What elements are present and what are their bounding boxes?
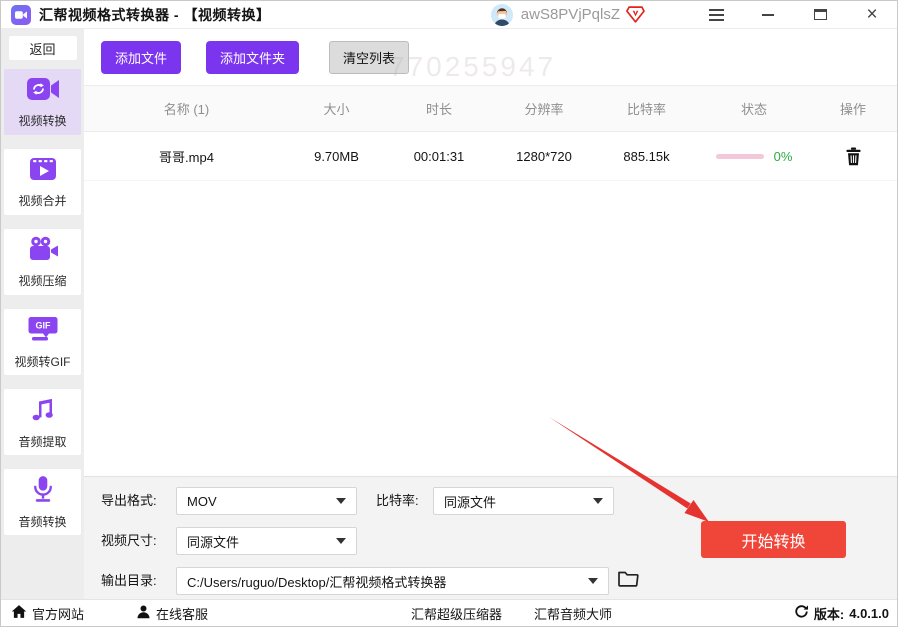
- column-header-name: 名称 (1): [84, 99, 289, 118]
- sidebar-item-label: 视频转换: [18, 112, 66, 129]
- svg-text:GIF: GIF: [35, 320, 51, 330]
- output-dir-value: C:/Users/ruguo/Desktop/汇帮视频格式转换器: [187, 572, 446, 591]
- avatar[interactable]: [491, 4, 513, 26]
- export-format-value: MOV: [187, 494, 217, 509]
- sidebar-item-video-merge[interactable]: 视频合并: [4, 149, 81, 215]
- version-info: 版本: 4.0.1.0: [794, 600, 889, 626]
- sidebar-item-label: 音频转换: [18, 513, 66, 530]
- export-format-label: 导出格式:: [101, 487, 157, 515]
- chevron-down-icon: [336, 538, 346, 544]
- hamburger-menu-icon[interactable]: [701, 6, 731, 24]
- video-size-label: 视频尺寸:: [101, 527, 157, 555]
- minimize-icon[interactable]: [753, 14, 783, 16]
- sidebar-item-video-convert[interactable]: 视频转换: [4, 69, 81, 135]
- sidebar-item-label: 视频压缩: [18, 272, 66, 289]
- online-service-link[interactable]: 在线客服: [136, 600, 208, 626]
- close-icon[interactable]: ×: [857, 1, 887, 29]
- clear-list-button[interactable]: 清空列表: [329, 41, 409, 74]
- file-bitrate: 885.15k: [594, 149, 699, 164]
- settings-panel: 导出格式: MOV 比特率: 同源文件 视频尺寸: 同源文件 开始转换 输出目录…: [84, 476, 897, 599]
- file-name: 哥哥.mp4: [84, 147, 289, 166]
- browse-folder-button[interactable]: [617, 569, 639, 588]
- bitrate-select[interactable]: 同源文件: [433, 487, 614, 515]
- sidebar-item-audio-extract[interactable]: 音频提取: [4, 389, 81, 455]
- audio-master-label: 汇帮音频大师: [534, 604, 612, 623]
- progress-bar: [716, 154, 764, 159]
- online-service-label: 在线客服: [156, 604, 208, 623]
- audio-convert-icon: [30, 475, 56, 508]
- video-merge-icon: [28, 155, 58, 187]
- customer-service-icon: [136, 604, 151, 622]
- chevron-down-icon: [593, 498, 603, 504]
- official-site-label: 官方网站: [32, 604, 84, 623]
- progress-percent: 0%: [774, 149, 793, 164]
- table-row: 哥哥.mp4 9.70MB 00:01:31 1280*720 885.15k …: [84, 132, 897, 181]
- back-button[interactable]: 返回: [9, 36, 77, 60]
- bitrate-value: 同源文件: [444, 492, 496, 511]
- column-header-resolution: 分辨率: [494, 99, 594, 118]
- delete-row-button[interactable]: [845, 147, 862, 166]
- titlebar: 汇帮视频格式转换器 - 【视频转换】 awS8PVjPqlsZ ×: [1, 1, 897, 29]
- username: awS8PVjPqlsZ: [521, 6, 620, 23]
- toolbar: 添加文件 添加文件夹 清空列表 770255947: [84, 29, 897, 86]
- column-header-duration: 时长: [384, 99, 494, 118]
- file-duration: 00:01:31: [384, 149, 494, 164]
- maximize-icon[interactable]: [805, 9, 835, 20]
- chevron-down-icon: [336, 498, 346, 504]
- file-resolution: 1280*720: [494, 149, 594, 164]
- sidebar-item-video-to-gif[interactable]: GIF 视频转GIF: [4, 309, 81, 375]
- output-dir-label: 输出目录:: [101, 567, 157, 595]
- sidebar: 返回 视频转换 视频合并: [1, 29, 84, 599]
- main-content: 添加文件 添加文件夹 清空列表 770255947 名称 (1) 大小 时长 分…: [84, 29, 897, 599]
- version-value: 4.0.1.0: [849, 606, 889, 621]
- bitrate-label: 比特率:: [376, 487, 419, 515]
- status-bar: 官方网站 在线客服 汇帮超级压缩器 汇帮音频大师 版本: 4.0.1.0: [1, 599, 897, 626]
- start-convert-button[interactable]: 开始转换: [701, 521, 846, 558]
- super-compressor-label: 汇帮超级压缩器: [411, 604, 502, 623]
- column-header-size: 大小: [289, 99, 384, 118]
- output-dir-select[interactable]: C:/Users/ruguo/Desktop/汇帮视频格式转换器: [176, 567, 609, 595]
- window-title: 汇帮视频格式转换器 - 【视频转换】: [39, 5, 270, 25]
- app-window: { "titlebar": { "title": "汇帮视频格式转换器 - 【视…: [0, 0, 898, 627]
- video-size-value: 同源文件: [187, 532, 239, 551]
- status-cell: 0%: [699, 149, 809, 164]
- video-convert-icon: [26, 76, 60, 107]
- export-format-select[interactable]: MOV: [176, 487, 357, 515]
- vip-badge-icon[interactable]: [626, 6, 645, 23]
- table-header: 名称 (1) 大小 时长 分辨率 比特率 状态 操作: [84, 86, 897, 132]
- column-header-status: 状态: [699, 99, 809, 118]
- column-header-action: 操作: [809, 99, 897, 118]
- super-compressor-link[interactable]: 汇帮超级压缩器: [411, 600, 502, 626]
- refresh-icon[interactable]: [794, 604, 809, 622]
- app-logo-icon: [11, 5, 31, 25]
- version-label: 版本:: [814, 604, 844, 623]
- home-icon: [11, 604, 27, 622]
- official-site-link[interactable]: 官方网站: [11, 600, 84, 626]
- column-header-bitrate: 比特率: [594, 99, 699, 118]
- watermark: 770255947: [389, 51, 556, 83]
- add-file-button[interactable]: 添加文件: [101, 41, 181, 74]
- video-compress-icon: [27, 236, 59, 267]
- sidebar-item-label: 音频提取: [18, 433, 66, 450]
- audio-master-link[interactable]: 汇帮音频大师: [534, 600, 612, 626]
- video-to-gif-icon: GIF: [27, 315, 59, 348]
- add-folder-button[interactable]: 添加文件夹: [206, 41, 299, 74]
- audio-extract-icon: [29, 395, 57, 428]
- sidebar-item-label: 视频转GIF: [15, 353, 71, 370]
- sidebar-item-video-compress[interactable]: 视频压缩: [4, 229, 81, 295]
- video-size-select[interactable]: 同源文件: [176, 527, 357, 555]
- chevron-down-icon: [588, 578, 598, 584]
- sidebar-item-label: 视频合并: [18, 192, 66, 209]
- file-size: 9.70MB: [289, 149, 384, 164]
- sidebar-item-audio-convert[interactable]: 音频转换: [4, 469, 81, 535]
